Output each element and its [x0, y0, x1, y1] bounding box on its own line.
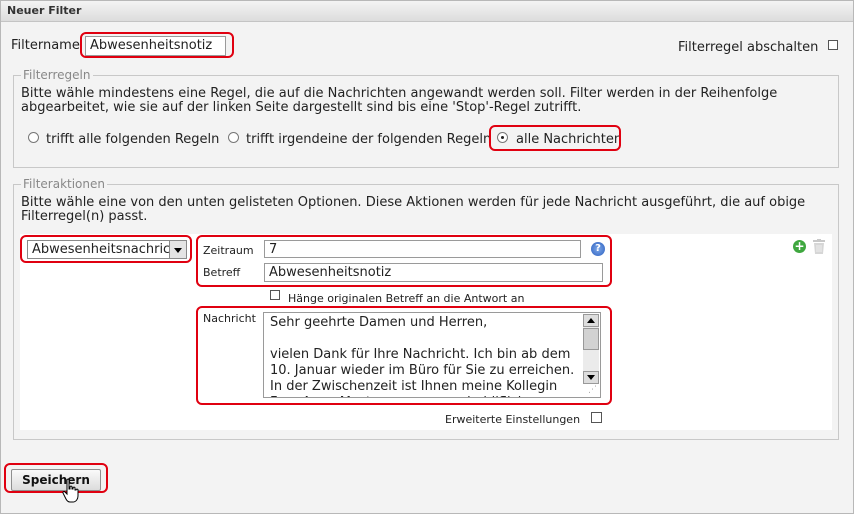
message-highlight: [196, 306, 612, 405]
radio-any-rule-label: trifft irgendeine der folgenden Regeln: [246, 132, 492, 147]
window-titlebar: Neuer Filter: [1, 1, 853, 22]
append-subject-checkbox[interactable]: [270, 290, 280, 300]
disable-rule-label: Filterregel abschalten: [678, 40, 819, 55]
advanced-settings-label: Erweiterte Einstellungen: [445, 413, 581, 426]
radio-all-rules[interactable]: [28, 132, 39, 143]
period-subject-highlight: [196, 235, 612, 287]
all-messages-highlight: [489, 125, 621, 151]
trash-icon[interactable]: [813, 239, 825, 254]
actions-legend: Filteraktionen: [21, 177, 107, 191]
rules-description-1: Bitte wähle mindestens eine Regel, die a…: [21, 86, 778, 101]
plus-icon[interactable]: +: [793, 240, 806, 253]
advanced-settings-checkbox[interactable]: [591, 412, 602, 423]
filtername-label: Filtername: [11, 38, 80, 53]
actions-description-1: Bitte wähle eine von den unten gelistete…: [21, 195, 806, 210]
filtername-highlight: [80, 32, 234, 58]
append-subject-label: Hänge originalen Betreff an die Antwort …: [288, 292, 525, 305]
disable-rule-checkbox[interactable]: [828, 40, 838, 50]
radio-all-rules-label: trifft alle folgenden Regeln: [46, 132, 220, 147]
rules-description-2: abgearbeitet, wie sie auf der linken Sei…: [21, 100, 582, 115]
radio-any-rule[interactable]: [228, 132, 239, 143]
actions-description-2: Filterregel(n) passt.: [21, 209, 148, 224]
rules-legend: Filterregeln: [21, 68, 93, 82]
window-title: Neuer Filter: [7, 4, 82, 17]
save-highlight: [4, 463, 108, 493]
action-select-highlight: [20, 235, 192, 263]
hand-cursor-icon: [62, 478, 79, 503]
